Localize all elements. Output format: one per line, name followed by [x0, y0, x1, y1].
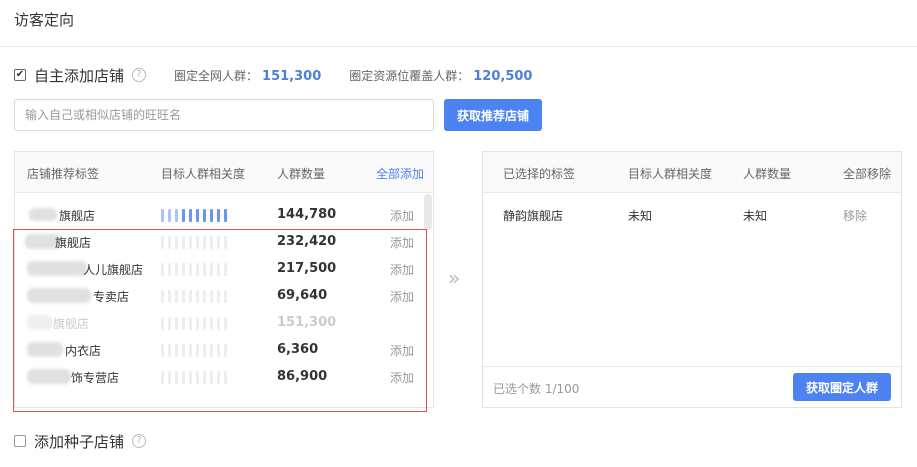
seed-add-label[interactable]: 添加种子店铺 [34, 431, 124, 452]
stat-all-network: 圈定全网人群： 151,300 [174, 67, 321, 84]
column-relevance: 目标人群相关度 [161, 167, 246, 181]
store-search-input[interactable] [14, 99, 434, 131]
stat-resource-coverage-value: 120,500 [473, 68, 533, 84]
blurred-name-mask [29, 208, 57, 221]
stat-resource-coverage: 圈定资源位覆盖人群： 120,500 [349, 67, 532, 84]
column-selected-tag: 已选择的标签 [503, 167, 576, 181]
stat-resource-coverage-label: 圈定资源位覆盖人群： [349, 68, 470, 83]
crowd-count: 144,780 [277, 207, 337, 222]
self-add-label[interactable]: 自主添加店铺 [34, 65, 124, 86]
add-all-link[interactable]: 全部添加 [376, 165, 424, 182]
get-crowd-button[interactable]: 获取圈定人群 [793, 373, 891, 401]
column-crowd-count: 人群数量 [277, 167, 326, 181]
relevance-bar [161, 209, 227, 222]
selected-store-name: 静韵旗舰店 [503, 209, 564, 223]
column-relevance: 目标人群相关度 [628, 167, 713, 181]
seed-add-checkbox[interactable] [14, 435, 26, 447]
help-icon[interactable]: ? [132, 68, 147, 82]
page-title: 访客定向 [14, 11, 75, 29]
get-recommended-stores-button[interactable]: 获取推荐店铺 [444, 99, 542, 131]
double-chevron-right-icon: » [448, 266, 460, 290]
title-divider [0, 46, 917, 47]
selected-stores-panel: 已选择的标签 目标人群相关度 人群数量 全部移除 静韵旗舰店 未知 未知 移除 … [482, 151, 902, 408]
selected-row: 静韵旗舰店 未知 未知 移除 [483, 204, 901, 226]
add-store-button[interactable]: 添加 [390, 207, 414, 224]
selected-count: 已选个数 1/100 [493, 382, 580, 396]
highlight-annotation-box [13, 229, 427, 412]
store-row: 旗舰店 144,780 添加 [15, 201, 433, 228]
remove-all-link[interactable]: 全部移除 [843, 165, 891, 182]
stat-all-network-label: 圈定全网人群： [174, 68, 259, 83]
selected-relevance: 未知 [628, 209, 653, 223]
help-icon[interactable]: ? [132, 434, 147, 448]
selected-stores-header: 已选择的标签 目标人群相关度 人群数量 全部移除 [483, 152, 901, 193]
column-crowd-count: 人群数量 [743, 167, 792, 181]
recommended-stores-header: 店铺推荐标签 目标人群相关度 人群数量 全部添加 [15, 152, 433, 193]
seed-add-row: 添加种子店铺 ? [14, 431, 147, 452]
selected-panel-footer: 已选个数 1/100 获取圈定人群 [483, 366, 901, 407]
list-scrollbar-thumb[interactable] [424, 194, 432, 230]
remove-store-button[interactable]: 移除 [843, 207, 867, 224]
self-add-checkbox[interactable]: ✔ [14, 69, 26, 81]
stat-all-network-value: 151,300 [262, 68, 322, 84]
column-store-tag: 店铺推荐标签 [27, 167, 100, 181]
self-add-row: ✔ 自主添加店铺 ? 圈定全网人群： 151,300 圈定资源位覆盖人群： 120,… [14, 65, 532, 86]
selected-crowd-count: 未知 [743, 209, 768, 223]
